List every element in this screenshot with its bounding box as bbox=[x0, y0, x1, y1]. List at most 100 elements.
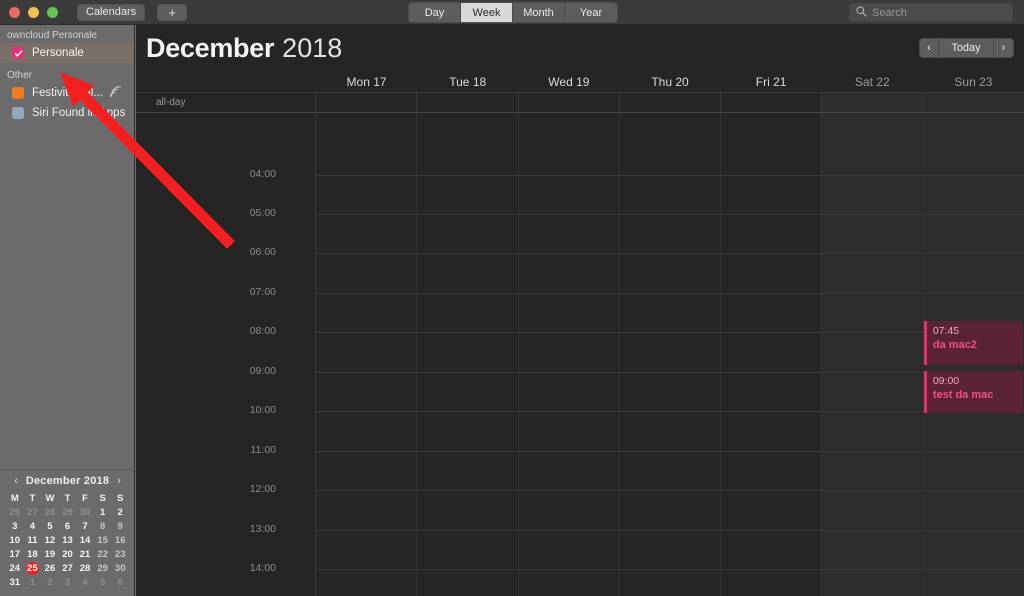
mini-calendar-day[interactable]: 29 bbox=[94, 562, 112, 575]
all-day-cell-0[interactable] bbox=[316, 93, 418, 112]
day-header-5[interactable]: Sat 22 bbox=[822, 71, 923, 92]
all-day-cell-2[interactable] bbox=[518, 93, 620, 112]
mini-calendar-day[interactable]: 23 bbox=[111, 548, 129, 561]
mini-calendar-day[interactable]: 26 bbox=[6, 506, 24, 519]
mini-calendar-day[interactable]: 20 bbox=[59, 548, 77, 561]
hour-line bbox=[316, 530, 1024, 531]
mini-calendar-day[interactable]: 1 bbox=[94, 506, 112, 519]
all-day-cell-6[interactable] bbox=[923, 93, 1024, 112]
mini-calendar-day[interactable]: 30 bbox=[111, 562, 129, 575]
traffic-lights bbox=[9, 6, 58, 18]
mini-calendar-day[interactable]: 5 bbox=[94, 576, 112, 589]
hour-lines: 04:00 05:00 06:00 07:00 08:00 09:00 10:00 11:00… bbox=[136, 114, 1024, 596]
mini-calendar-day[interactable]: 19 bbox=[41, 548, 59, 561]
mini-calendar-day[interactable]: 14 bbox=[76, 534, 94, 547]
hour-line bbox=[316, 411, 1024, 412]
mini-calendar-day[interactable]: 17 bbox=[6, 548, 24, 561]
sidebar-item-festivita-italiane[interactable]: Festivita Ital... bbox=[0, 83, 134, 103]
mini-calendar-day[interactable]: 18 bbox=[24, 548, 42, 561]
mini-calendar-day[interactable]: 16 bbox=[111, 534, 129, 547]
day-header-1[interactable]: Tue 18 bbox=[417, 71, 518, 92]
previous-week-button[interactable]: ‹ bbox=[920, 39, 939, 57]
mini-calendar-day[interactable]: 22 bbox=[94, 548, 112, 561]
page-title: December 2018 bbox=[136, 25, 1024, 71]
hour-line bbox=[316, 332, 1024, 333]
view-mode-year[interactable]: Year bbox=[565, 3, 617, 22]
mini-calendar-day[interactable]: 2 bbox=[111, 506, 129, 519]
mini-calendar-day[interactable]: 28 bbox=[41, 506, 59, 519]
week-view: December 2018 ‹ Today › Mon 17 Tue 18 Wed … bbox=[136, 25, 1024, 596]
sidebar-group-header-owncloud: owncloud Personale bbox=[7, 30, 98, 41]
time-grid[interactable]: 04:00 05:00 06:00 07:00 08:00 09:00 10:00 11:00… bbox=[136, 114, 1024, 596]
mini-calendar-day[interactable]: 27 bbox=[24, 506, 42, 519]
search-placeholder: Search bbox=[872, 6, 907, 19]
view-mode-segmented-control[interactable]: Day Week Month Year bbox=[409, 3, 617, 22]
mini-calendar-day[interactable]: 7 bbox=[76, 520, 94, 533]
day-header-3[interactable]: Thu 20 bbox=[619, 71, 720, 92]
mini-calendar-next-button[interactable]: › bbox=[113, 475, 125, 487]
mini-calendar-day[interactable]: 30 bbox=[76, 506, 94, 519]
all-day-cell-3[interactable] bbox=[619, 93, 722, 112]
mini-calendar-day[interactable]: 11 bbox=[24, 534, 42, 547]
mini-calendar-day[interactable]: 13 bbox=[59, 534, 77, 547]
next-week-button[interactable]: › bbox=[994, 39, 1013, 57]
sidebar-item-personale[interactable]: Personale bbox=[0, 43, 134, 63]
sidebar-item-label: Festivita Ital... bbox=[32, 87, 103, 99]
hour-label: 12:00 bbox=[249, 483, 276, 495]
mini-calendar: ‹ December 2018 › M T W T F S S 26 27 28 29 30 1 2 3 4 5… bbox=[0, 469, 135, 596]
mini-calendar-day[interactable]: 9 bbox=[111, 520, 129, 533]
all-day-cell-1[interactable] bbox=[417, 93, 519, 112]
mini-calendar-day[interactable]: 28 bbox=[76, 562, 94, 575]
calendars-button[interactable]: Calendars bbox=[77, 3, 146, 21]
calendar-event[interactable]: 09:00 test da mac bbox=[923, 371, 1023, 413]
mini-calendar-prev-button[interactable]: ‹ bbox=[10, 475, 22, 487]
calendar-event[interactable]: 07:45 da mac2 bbox=[923, 321, 1023, 365]
view-mode-month[interactable]: Month bbox=[513, 3, 565, 22]
all-day-cell-5[interactable] bbox=[822, 93, 924, 112]
all-day-cell-4[interactable] bbox=[721, 93, 823, 112]
mini-calendar-day[interactable]: 4 bbox=[24, 520, 42, 533]
day-header-0[interactable]: Mon 17 bbox=[316, 71, 417, 92]
mini-calendar-day[interactable]: 8 bbox=[94, 520, 112, 533]
day-header-4[interactable]: Fri 21 bbox=[721, 71, 822, 92]
mini-calendar-day[interactable]: 1 bbox=[24, 576, 42, 589]
mini-calendar-day[interactable]: 26 bbox=[41, 562, 59, 575]
date-navigation[interactable]: ‹ Today › bbox=[920, 39, 1013, 57]
mini-calendar-day[interactable]: 2 bbox=[41, 576, 59, 589]
checkbox-personale[interactable] bbox=[12, 47, 24, 59]
event-time: 09:00 bbox=[932, 375, 960, 387]
mini-calendar-day[interactable]: 29 bbox=[59, 506, 77, 519]
maximize-window-button[interactable] bbox=[47, 6, 58, 18]
view-mode-day[interactable]: Day bbox=[409, 3, 461, 22]
today-button[interactable]: Today bbox=[939, 39, 994, 57]
close-window-button[interactable] bbox=[9, 6, 20, 18]
mini-calendar-day[interactable]: 3 bbox=[59, 576, 77, 589]
mini-calendar-day[interactable]: 6 bbox=[111, 576, 129, 589]
sidebar-item-siri-found-in-apps[interactable]: Siri Found in Apps bbox=[0, 103, 134, 123]
search-input[interactable]: Search bbox=[849, 3, 1013, 22]
mini-calendar-day[interactable]: 15 bbox=[94, 534, 112, 547]
mini-calendar-title: December 2018 bbox=[25, 475, 110, 487]
mini-calendar-dow: M bbox=[10, 493, 19, 504]
mini-calendar-day[interactable]: 4 bbox=[76, 576, 94, 589]
color-swatch-siri[interactable] bbox=[12, 107, 24, 119]
mini-calendar-day[interactable]: 21 bbox=[76, 548, 94, 561]
mini-calendar-day[interactable]: 5 bbox=[41, 520, 59, 533]
mini-calendar-day[interactable]: 12 bbox=[41, 534, 59, 547]
day-header-6[interactable]: Sun 23 bbox=[923, 71, 1024, 92]
hour-label: 09:00 bbox=[249, 365, 276, 377]
mini-calendar-day[interactable]: 27 bbox=[59, 562, 77, 575]
calendar-window: Calendars + Day Week Month Year Search o… bbox=[0, 0, 1024, 596]
mini-calendar-day-today[interactable]: 25 bbox=[24, 562, 42, 575]
mini-calendar-day[interactable]: 3 bbox=[6, 520, 24, 533]
day-header-2[interactable]: Wed 19 bbox=[518, 71, 619, 92]
add-event-button[interactable]: + bbox=[157, 3, 188, 21]
view-mode-week[interactable]: Week bbox=[461, 3, 513, 22]
minimize-window-button[interactable] bbox=[28, 6, 39, 18]
mini-calendar-day[interactable]: 31 bbox=[6, 576, 24, 589]
mini-calendar-day[interactable]: 10 bbox=[6, 534, 24, 547]
color-swatch-festivita[interactable] bbox=[12, 87, 24, 99]
mini-calendar-day[interactable]: 24 bbox=[6, 562, 24, 575]
mini-calendar-dow: T bbox=[64, 493, 71, 504]
mini-calendar-day[interactable]: 6 bbox=[59, 520, 77, 533]
